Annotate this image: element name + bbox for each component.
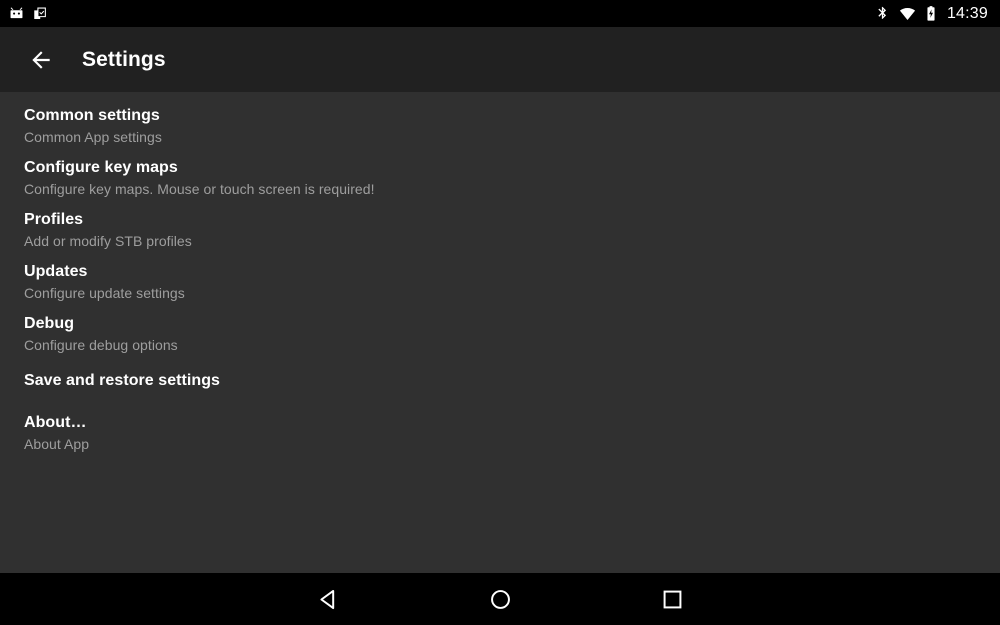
bluetooth-icon bbox=[875, 5, 890, 22]
circle-icon bbox=[490, 589, 510, 609]
settings-item-summary: Add or modify STB profiles bbox=[24, 233, 192, 249]
app-bar: Settings bbox=[0, 27, 1000, 92]
settings-item-save-and-restore-settings[interactable]: Save and restore settings bbox=[0, 360, 1000, 402]
status-bar-clock: 14:39 bbox=[946, 4, 988, 22]
triangle-left-icon bbox=[319, 589, 334, 609]
arrow-left-icon bbox=[32, 50, 50, 69]
settings-item-debug[interactable]: Debug Configure debug options bbox=[0, 308, 1000, 360]
status-bar: 14:39 bbox=[0, 0, 1000, 27]
settings-item-title: Save and restore settings bbox=[24, 372, 220, 389]
battery-charging-icon bbox=[925, 5, 937, 22]
settings-item-summary: Configure debug options bbox=[24, 337, 178, 353]
back-arrow-button[interactable] bbox=[17, 36, 65, 84]
clipboard-check-icon bbox=[32, 5, 49, 22]
app-notification-icon bbox=[8, 5, 25, 22]
navigation-bar bbox=[0, 573, 1000, 625]
android-settings-screen: 14:39 Settings Common settings Common Ap… bbox=[0, 0, 1000, 625]
settings-item-updates[interactable]: Updates Configure update settings bbox=[0, 256, 1000, 308]
settings-item-summary: About App bbox=[24, 436, 90, 452]
settings-item-about[interactable]: About… About App bbox=[0, 402, 1000, 464]
settings-item-common-settings[interactable]: Common settings Common App settings bbox=[0, 100, 1000, 152]
settings-item-summary: Configure update settings bbox=[24, 285, 185, 301]
nav-back-button[interactable] bbox=[268, 573, 388, 625]
settings-list: Common settings Common App settings Conf… bbox=[0, 92, 1000, 573]
settings-item-title: Updates bbox=[24, 263, 88, 280]
settings-item-profiles[interactable]: Profiles Add or modify STB profiles bbox=[0, 204, 1000, 256]
square-icon bbox=[663, 590, 681, 608]
settings-item-title: Configure key maps bbox=[24, 159, 178, 176]
settings-item-title: About… bbox=[24, 414, 87, 431]
nav-recents-button[interactable] bbox=[612, 573, 732, 625]
settings-item-configure-key-maps[interactable]: Configure key maps Configure key maps. M… bbox=[0, 152, 1000, 204]
status-bar-system-icons: 14:39 bbox=[875, 5, 988, 22]
status-bar-notification-icons bbox=[8, 5, 49, 22]
settings-item-summary: Common App settings bbox=[24, 129, 162, 145]
settings-item-title: Debug bbox=[24, 315, 75, 332]
settings-item-title: Profiles bbox=[24, 211, 84, 228]
page-title: Settings bbox=[82, 48, 166, 71]
settings-item-summary: Configure key maps. Mouse or touch scree… bbox=[24, 181, 375, 197]
settings-item-title: Common settings bbox=[24, 107, 160, 124]
nav-home-button[interactable] bbox=[440, 573, 560, 625]
wifi-icon bbox=[898, 5, 917, 22]
